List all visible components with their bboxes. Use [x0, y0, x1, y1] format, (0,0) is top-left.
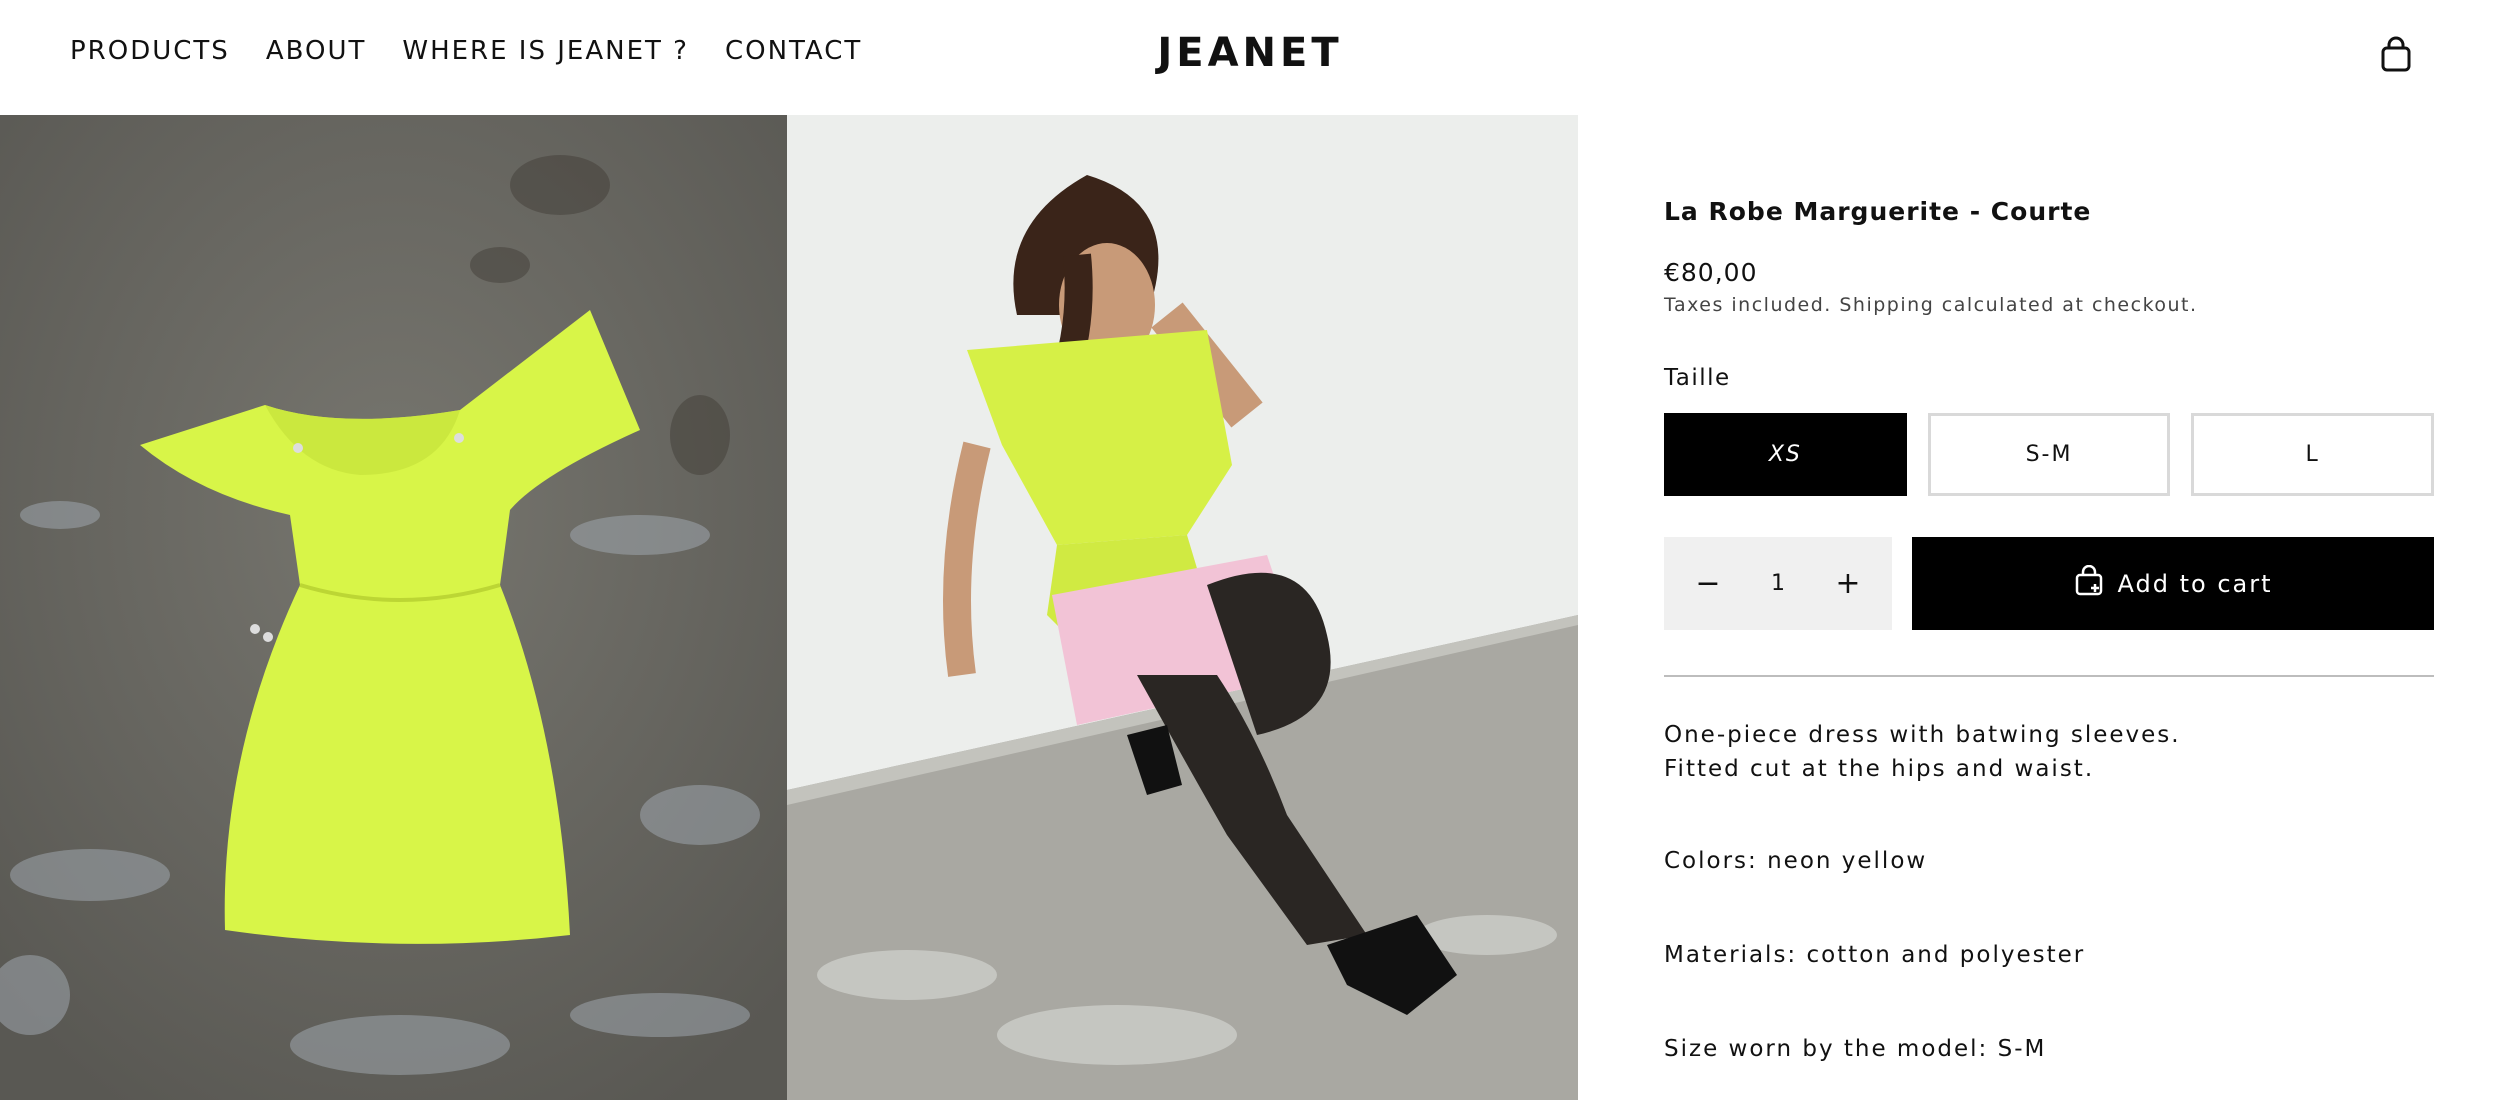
cart-add-icon [2074, 564, 2104, 603]
add-to-cart-label: Add to cart [2117, 569, 2273, 598]
description-line-1: One-piece dress with batwing sleeves. [1664, 722, 2181, 748]
quantity-value[interactable]: 1 [1771, 571, 1785, 596]
quantity-decrease-button[interactable]: − [1683, 554, 1733, 614]
description-size-worn: Size worn by the model: S-M [1664, 1036, 2047, 1062]
product-image-model[interactable] [787, 115, 1578, 1100]
shopping-bag-icon[interactable] [2376, 36, 2416, 76]
site-header: PRODUCTS ABOUT WHERE IS JEANET ? CONTACT… [0, 0, 2500, 115]
description-colors: Colors: neon yellow [1664, 848, 1928, 874]
size-option-s-m[interactable]: S-M [1927, 413, 2171, 496]
divider [1664, 675, 2434, 677]
description-line-2: Fitted cut at the hips and waist. [1664, 756, 2095, 782]
product-image-flat-lay[interactable] [0, 115, 787, 1100]
product-title: La Robe Marguerite - Courte [1664, 197, 2092, 226]
tax-note: Taxes included. Shipping calculated at c… [1664, 294, 2198, 316]
product-description: One-piece dress with batwing sleeves. Fi… [1664, 718, 2434, 786]
size-selector: XS S-M L [1664, 413, 2435, 496]
size-option-l[interactable]: L [2191, 413, 2435, 496]
size-label: Taille [1664, 365, 1731, 391]
description-materials: Materials: cotton and polyester [1664, 942, 2086, 968]
product-price: €80,00 [1664, 258, 1758, 287]
product-gallery [0, 115, 1578, 1100]
add-to-cart-button[interactable]: Add to cart [1912, 537, 2434, 630]
size-option-xs[interactable]: XS [1664, 413, 1907, 496]
quantity-stepper: − 1 + [1664, 537, 1892, 630]
site-logo[interactable]: JEANET [0, 30, 2500, 76]
quantity-increase-button[interactable]: + [1823, 554, 1873, 614]
